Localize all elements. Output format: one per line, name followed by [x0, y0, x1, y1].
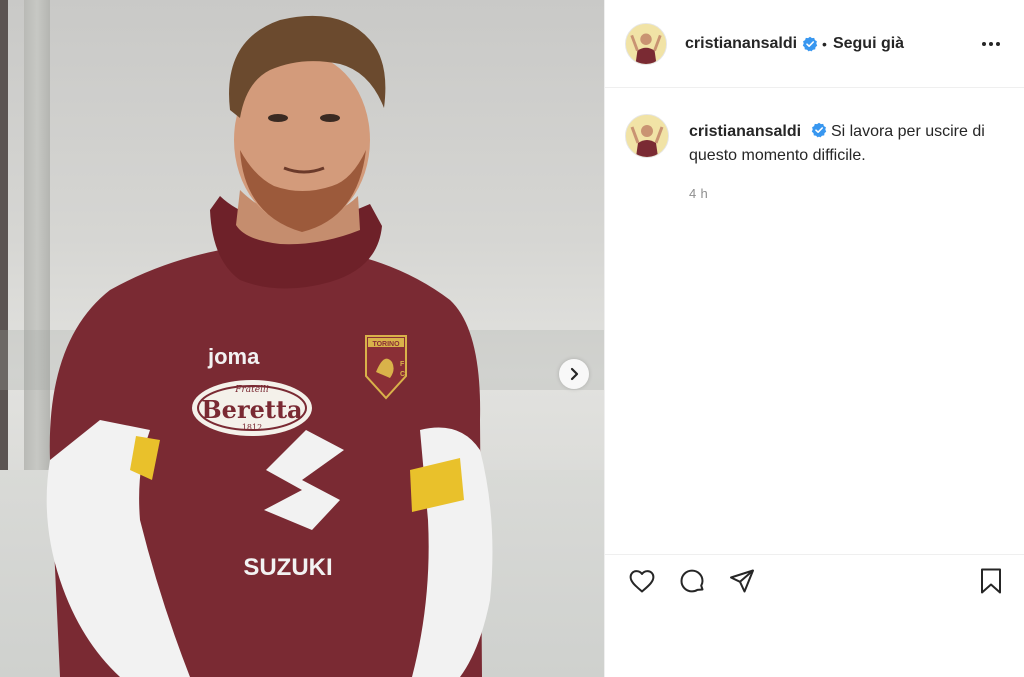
- like-button[interactable]: [625, 564, 659, 598]
- carousel-next-button[interactable]: [559, 359, 589, 389]
- profile-avatar-icon: [626, 115, 668, 157]
- svg-text:SUZUKI: SUZUKI: [243, 554, 332, 581]
- follow-status-button[interactable]: Segui già: [833, 35, 904, 53]
- share-button[interactable]: [725, 564, 759, 598]
- svg-text:Beretta: Beretta: [201, 395, 302, 424]
- verified-badge-icon: [811, 122, 826, 138]
- send-icon: [730, 569, 754, 592]
- author-username[interactable]: cristianansaldi: [685, 35, 797, 53]
- heart-icon: [629, 569, 655, 592]
- caption-username[interactable]: cristianansaldi: [689, 123, 801, 140]
- verified-badge-icon: [802, 36, 818, 51]
- bookmark-icon: [981, 568, 1001, 593]
- post-header: cristianansaldi • Segui già: [605, 0, 1024, 88]
- svg-text:joma: joma: [207, 344, 260, 369]
- caption-timestamp[interactable]: 4 h: [689, 182, 989, 206]
- caption-row: cristianansaldi Si lavora per uscire di …: [625, 114, 1004, 206]
- more-options-button[interactable]: [976, 29, 1006, 59]
- profile-avatar-icon: [626, 23, 666, 64]
- instagram-post: joma Fratelli Beretta 1812 SUZUKI TORINO…: [0, 0, 1024, 677]
- svg-text:Fratelli: Fratelli: [234, 385, 269, 395]
- caption-body: cristianansaldi Si lavora per uscire di …: [689, 114, 989, 206]
- post-panel: cristianansaldi • Segui già cristianansa…: [604, 0, 1024, 677]
- svg-text:TORINO: TORINO: [372, 341, 400, 348]
- comment-button[interactable]: [675, 564, 709, 598]
- chevron-right-icon: [570, 367, 579, 381]
- comments-area: cristianansaldi Si lavora per uscire di …: [605, 88, 1024, 554]
- svg-text:1812: 1812: [242, 423, 262, 432]
- author-avatar[interactable]: [625, 22, 667, 65]
- svg-text:C: C: [400, 371, 405, 378]
- svg-text:F: F: [400, 361, 405, 368]
- more-options-icon: [982, 41, 1000, 46]
- action-bar: [605, 554, 1024, 616]
- caption-avatar[interactable]: [625, 114, 669, 158]
- player-photo: joma Fratelli Beretta 1812 SUZUKI TORINO…: [40, 0, 500, 677]
- separator-dot: •: [822, 35, 827, 52]
- post-media[interactable]: joma Fratelli Beretta 1812 SUZUKI TORINO…: [0, 0, 604, 677]
- save-button[interactable]: [974, 564, 1008, 598]
- comment-icon: [680, 569, 704, 592]
